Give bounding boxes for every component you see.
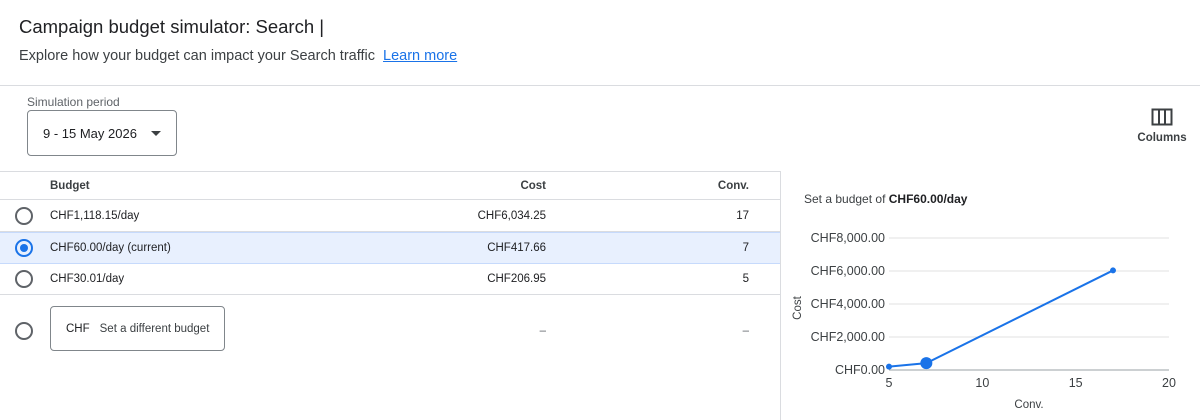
chart-title: Set a budget of CHF60.00/day	[804, 192, 967, 206]
cost-value: CHF417.66	[487, 242, 546, 254]
dropdown-caret-icon	[151, 131, 161, 136]
table-header-row: Budget Cost Conv.	[0, 172, 780, 200]
current-budget-point	[920, 357, 933, 370]
x-tick-label: 20	[1162, 376, 1176, 390]
simulation-period-value: 9 - 15 May 2026	[43, 125, 137, 141]
y-tick-label: CHF2,000.00	[811, 330, 885, 344]
y-tick-label: CHF4,000.00	[811, 297, 885, 311]
y-tick-label: CHF8,000.00	[811, 231, 885, 245]
conv-value: 17	[736, 209, 749, 222]
conv-value: 7	[742, 242, 749, 254]
learn-more-link[interactable]: Learn more	[383, 48, 457, 64]
table-row-selected[interactable]: CHF60.00/day (current) CHF417.66 7	[0, 232, 780, 264]
budget-value: CHF60.00/day (current)	[50, 242, 171, 254]
custom-budget-row[interactable]: CHF Set a different budget – –	[0, 295, 780, 367]
y-tick-label: CHF0.00	[835, 363, 885, 377]
custom-budget-placeholder: Set a different budget	[99, 322, 210, 335]
custom-budget-input[interactable]: CHF Set a different budget	[50, 306, 225, 351]
simulation-period-dropdown[interactable]: 9 - 15 May 2026	[27, 110, 177, 156]
x-tick-label: 5	[886, 376, 893, 390]
cost-value: CHF206.95	[487, 273, 546, 285]
table-row[interactable]: CHF1,118.15/day CHF6,034.25 17	[0, 200, 780, 232]
x-axis-title: Conv.	[1014, 399, 1043, 411]
y-tick-label: CHF6,000.00	[811, 264, 885, 278]
x-tick-label: 15	[1069, 376, 1083, 390]
conv-column-header: Conv.	[717, 179, 749, 192]
cost-column-header: Cost	[520, 179, 546, 192]
cost-vs-conversions-chart: CHF0.00 CHF2,000.00 CHF4,000.00 CHF6,000.00…	[792, 231, 1176, 411]
page-title: Campaign budget simulator: Search |	[19, 16, 325, 37]
budget-value: CHF1,118.15/day	[50, 209, 140, 222]
columns-label: Columns	[1137, 132, 1187, 144]
series-line	[888, 269, 1114, 368]
conv-value: 5	[742, 273, 749, 285]
x-tick-label: 10	[975, 376, 989, 390]
custom-budget-radio[interactable]	[15, 322, 33, 340]
currency-prefix: CHF	[66, 322, 90, 335]
data-point	[886, 363, 892, 370]
header: Campaign budget simulator: Search | Expl…	[0, 0, 1200, 86]
page-subtitle: Explore how your budget can impact your …	[19, 48, 457, 64]
subtitle-text: Explore how your budget can impact your …	[19, 48, 375, 64]
budget-table: Budget Cost Conv. CHF1,118.15/day CHF6,0…	[0, 171, 780, 420]
budget-value: CHF30.01/day	[50, 273, 125, 285]
chart-title-value: CHF60.00/day	[888, 192, 968, 206]
y-axis-title: Cost	[792, 295, 804, 319]
cost-value: –	[539, 325, 546, 337]
budget-radio-selected[interactable]	[15, 239, 33, 257]
budget-radio[interactable]	[15, 206, 33, 225]
budget-radio[interactable]	[15, 270, 33, 288]
cost-value: CHF6,034.25	[477, 209, 546, 222]
columns-button[interactable]: Columns	[1132, 106, 1192, 150]
simulation-period-label: Simulation period	[27, 95, 120, 109]
data-point	[1110, 267, 1116, 274]
chart-title-prefix: Set a budget of	[804, 192, 886, 206]
budget-column-header: Budget	[50, 179, 90, 192]
table-row[interactable]: CHF30.01/day CHF206.95 5	[0, 264, 780, 295]
conv-value: –	[742, 325, 749, 337]
columns-icon	[1151, 108, 1173, 126]
